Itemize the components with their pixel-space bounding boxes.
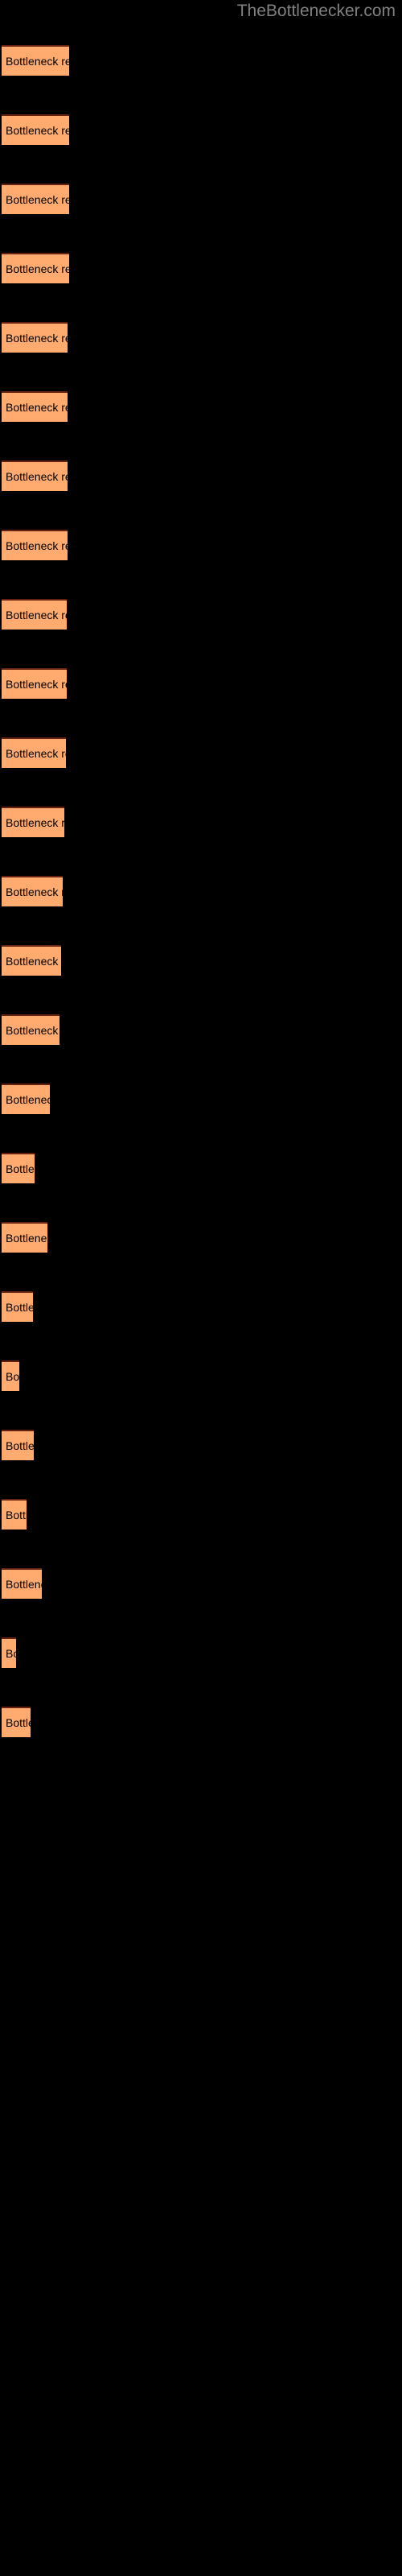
bar-rect: Bottleneck result bbox=[2, 184, 69, 214]
bar-label: Bottleneck result bbox=[6, 609, 67, 621]
bar-label: Bottleneck result bbox=[6, 1509, 27, 1521]
bar-label: Bottleneck result bbox=[6, 401, 68, 414]
bar-label: Bottleneck result bbox=[6, 1370, 19, 1383]
bar-label: Bottleneck result bbox=[6, 55, 69, 68]
bar-label: Bottleneck result bbox=[6, 1647, 16, 1660]
bar-label: Bottleneck result bbox=[6, 1439, 34, 1452]
bottleneck-chart: TheBottlenecker.com Bottleneck resultBot… bbox=[0, 0, 402, 2576]
bar-rect: Bottleneck result bbox=[2, 114, 69, 145]
bar-rect: Bottleneck result bbox=[2, 945, 61, 976]
bar-label: Bottleneck result bbox=[6, 262, 69, 275]
bar-rect: Bottleneck result bbox=[2, 599, 67, 630]
bar-rect: Bottleneck result bbox=[2, 737, 66, 768]
bar-rect: Bottleneck result bbox=[2, 391, 68, 422]
bar-rect: Bottleneck result bbox=[2, 876, 63, 906]
bar-rect: Bottleneck result bbox=[2, 530, 68, 560]
bar-rect: Bottleneck result bbox=[2, 253, 69, 283]
bar-rect: Bottleneck result bbox=[2, 1430, 34, 1460]
bar-label: Bottleneck result bbox=[6, 1301, 33, 1314]
bar-label: Bottleneck result bbox=[6, 470, 68, 483]
bar-label: Bottleneck result bbox=[6, 1024, 59, 1037]
bar-label: Bottleneck result bbox=[6, 539, 68, 552]
bar-label: Bottleneck result bbox=[6, 1162, 35, 1175]
bar-rect: Bottleneck result bbox=[2, 1637, 16, 1668]
bar-label: Bottleneck result bbox=[6, 1716, 31, 1729]
bar-label: Bottleneck result bbox=[6, 1232, 47, 1245]
bar-rect: Bottleneck result bbox=[2, 460, 68, 491]
bar-rect: Bottleneck result bbox=[2, 322, 68, 353]
bar-rect: Bottleneck result bbox=[2, 1707, 31, 1737]
bar-rect: Bottleneck result bbox=[2, 1360, 19, 1391]
bar-rect: Bottleneck result bbox=[2, 807, 64, 837]
bar-label: Bottleneck result bbox=[6, 747, 66, 760]
bar-rect: Bottleneck result bbox=[2, 668, 67, 699]
bar-label: Bottleneck result bbox=[6, 193, 69, 206]
bar-label: Bottleneck result bbox=[6, 955, 61, 968]
bar-rect: Bottleneck result bbox=[2, 45, 69, 76]
bar-rect: Bottleneck result bbox=[2, 1153, 35, 1183]
bar-label: Bottleneck result bbox=[6, 886, 63, 898]
bar-rect: Bottleneck result bbox=[2, 1222, 47, 1253]
bar-rect: Bottleneck result bbox=[2, 1291, 33, 1322]
bar-rect: Bottleneck result bbox=[2, 1084, 50, 1114]
bar-label: Bottleneck result bbox=[6, 332, 68, 345]
bar-label: Bottleneck result bbox=[6, 1093, 50, 1106]
bar-label: Bottleneck result bbox=[6, 678, 67, 691]
bar-label: Bottleneck result bbox=[6, 124, 69, 137]
bar-series: Bottleneck result Bottleneck result Bottle… bbox=[0, 0, 402, 2576]
bar-label: Bottleneck result bbox=[6, 1578, 42, 1591]
bar-rect: Bottleneck result bbox=[2, 1499, 27, 1530]
bar-label: Bottleneck result bbox=[6, 816, 64, 829]
bar-rect: Bottleneck result bbox=[2, 1568, 42, 1599]
bar-rect: Bottleneck result bbox=[2, 1014, 59, 1045]
